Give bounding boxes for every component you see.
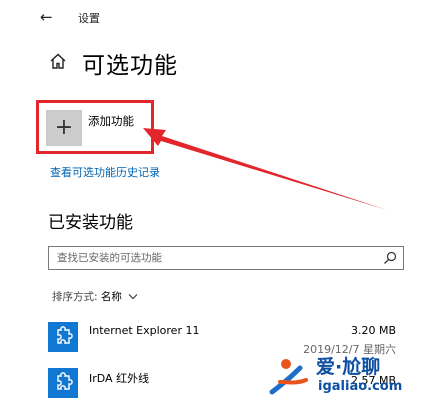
- feature-name: Internet Explorer 11: [89, 324, 200, 337]
- puzzle-icon: [57, 326, 73, 344]
- puzzle-icon: [57, 372, 73, 390]
- sort-control[interactable]: 排序方式: 名称: [52, 289, 138, 304]
- feature-tile: [48, 368, 78, 398]
- title-bar: ← 设置: [0, 0, 428, 36]
- chevron-down-icon[interactable]: [128, 293, 138, 300]
- window-title: 设置: [78, 12, 100, 25]
- sort-value[interactable]: 名称: [101, 291, 122, 303]
- installed-section-title: 已安装功能: [48, 213, 133, 233]
- feature-name: IrDA 红外线: [89, 372, 150, 385]
- watermark-brand: 爱·尬聊: [316, 356, 381, 378]
- back-arrow-icon[interactable]: ←: [40, 8, 56, 26]
- watermark-logo-icon: [269, 359, 308, 395]
- search-input[interactable]: [57, 250, 375, 266]
- home-icon[interactable]: [49, 52, 67, 70]
- feature-item[interactable]: Internet Explorer 11 3.20 MB 2019/12/7 星…: [48, 318, 404, 356]
- feature-size: 3.20 MB: [350, 324, 396, 337]
- search-box[interactable]: [48, 246, 404, 270]
- feature-history-link[interactable]: 查看可选功能历史记录: [50, 164, 160, 180]
- highlight-box: [36, 100, 154, 154]
- watermark-url: igaliao.com: [318, 379, 403, 394]
- page-title: 可选功能: [82, 53, 178, 79]
- sort-label: 排序方式:: [52, 291, 98, 303]
- feature-tile: [48, 322, 78, 352]
- search-icon[interactable]: [383, 251, 397, 265]
